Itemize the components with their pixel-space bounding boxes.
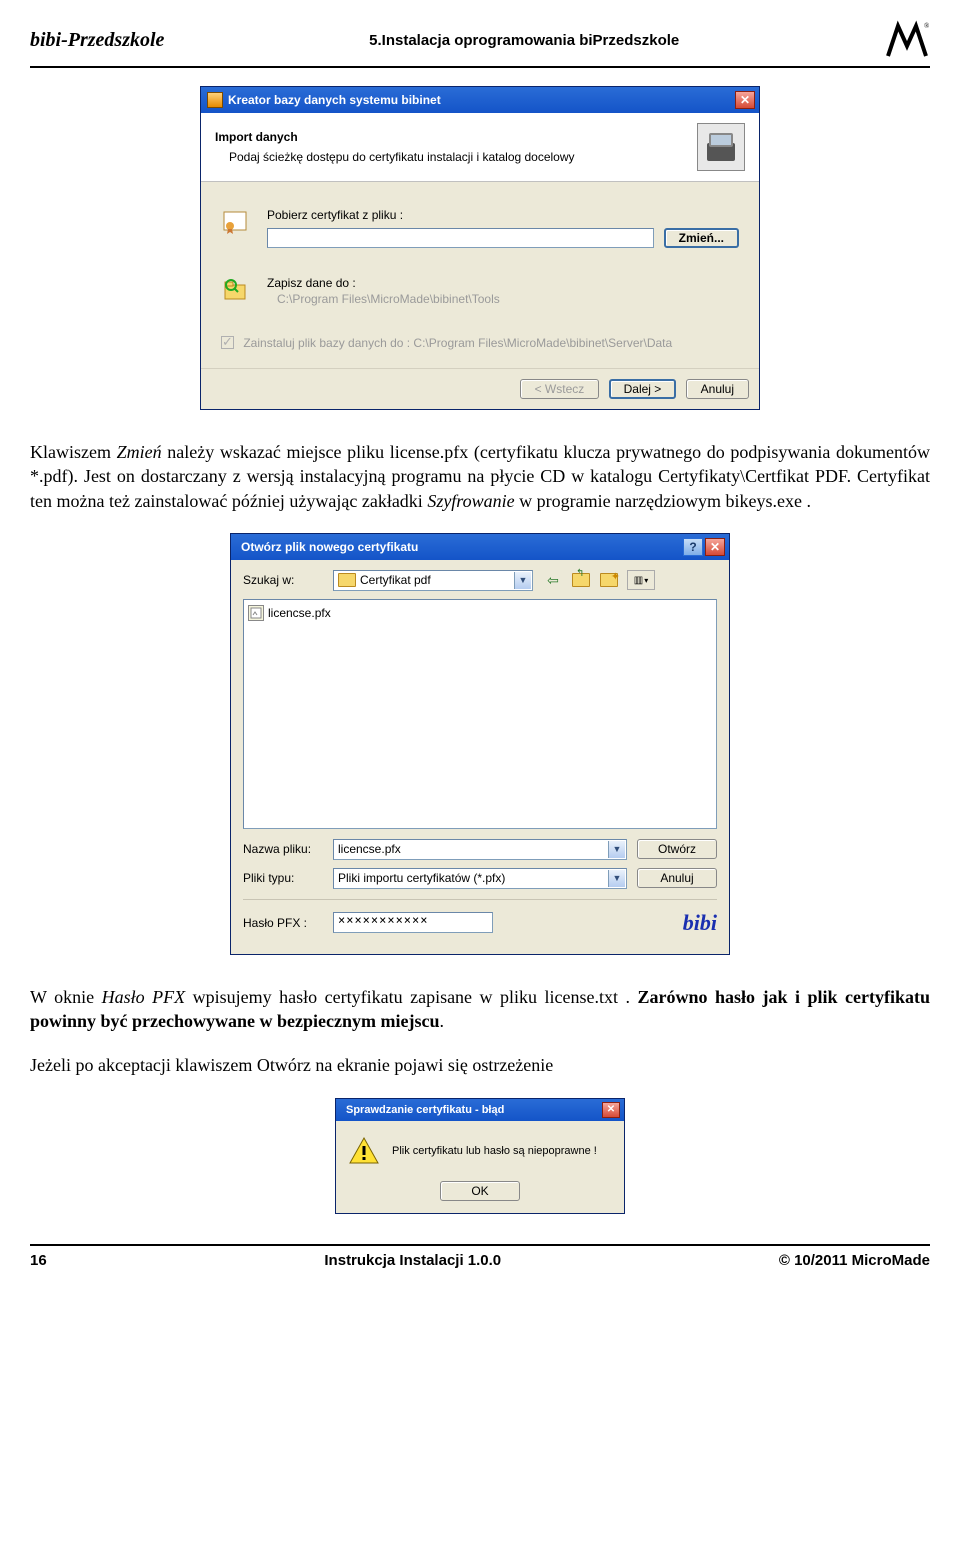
dialog-title: Otwórz plik nowego certyfikatu <box>237 540 683 554</box>
file-list[interactable]: licencse.pfx <box>243 599 717 829</box>
dialog-header-panel: Import danych Podaj ścieżkę dostępu do c… <box>201 113 759 182</box>
header-brand: bibi-Przedszkole <box>30 29 164 52</box>
ok-button[interactable]: OK <box>440 1181 520 1201</box>
footer-copyright: © 10/2011 MicroMade <box>779 1252 930 1269</box>
cert-source-label: Pobierz certyfikat z pliku : <box>267 208 739 222</box>
pfx-file-icon <box>248 605 264 621</box>
bibi-logo: bibi <box>683 910 717 936</box>
app-icon <box>207 92 223 108</box>
password-input[interactable]: ××××××××××× <box>333 912 493 933</box>
svg-text:®: ® <box>924 22 930 30</box>
footer-center: Instrukcja Instalacji 1.0.0 <box>324 1252 501 1269</box>
new-folder-icon[interactable]: ✦ <box>599 570 619 590</box>
help-icon[interactable]: ? <box>683 538 703 556</box>
back-arrow-icon[interactable]: ⇦ <box>543 570 563 590</box>
chevron-down-icon[interactable]: ▼ <box>514 572 531 589</box>
close-icon[interactable]: ✕ <box>735 91 755 109</box>
open-file-dialog: Otwórz plik nowego certyfikatu ? ✕ Szuka… <box>230 533 730 955</box>
error-message: Plik certyfikatu lub hasło są niepoprawn… <box>392 1145 597 1157</box>
cert-path-input[interactable] <box>267 228 654 248</box>
import-heading: Import danych <box>215 130 697 144</box>
paragraph-3: Jeżeli po akceptacji klawiszem Otwórz na… <box>30 1053 930 1077</box>
up-folder-icon[interactable]: ↰ <box>571 570 591 590</box>
save-dest-label: Zapisz dane do : <box>267 276 739 290</box>
lookin-combo[interactable]: Certyfikat pdf ▼ <box>333 570 533 591</box>
install-db-label: Zainstaluj plik bazy danych do : C:\Prog… <box>243 336 672 350</box>
password-label: Hasło PFX : <box>243 916 333 930</box>
micromade-logo: ® <box>884 20 930 60</box>
dialog-title: Kreator bazy danych systemu bibinet <box>228 93 735 107</box>
file-item[interactable]: licencse.pfx <box>248 604 712 622</box>
import-subheading: Podaj ścieżkę dostępu do certyfikatu ins… <box>215 150 697 164</box>
error-dialog: Sprawdzanie certyfikatu - błąd ✕ Plik ce… <box>335 1098 625 1214</box>
warning-icon <box>348 1135 380 1167</box>
lookin-value: Certyfikat pdf <box>360 573 431 587</box>
back-button: < Wstecz <box>520 379 600 399</box>
paragraph-2: W oknie Hasło PFX wpisujemy hasło certyf… <box>30 985 930 1034</box>
filename-value: licencse.pfx <box>338 842 401 856</box>
header-section-title: 5.Instalacja oprogramowania biPrzedszkol… <box>369 32 679 49</box>
file-name: licencse.pfx <box>268 606 331 620</box>
titlebar: Kreator bazy danych systemu bibinet ✕ <box>201 87 759 113</box>
filetype-value: Pliki importu certyfikatów (*.pfx) <box>338 871 505 885</box>
view-menu-icon[interactable]: ▥▾ <box>627 570 655 590</box>
dialog-title: Sprawdzanie certyfikatu - błąd <box>342 1104 602 1116</box>
certificate-icon <box>221 208 249 236</box>
save-folder-icon <box>221 276 249 304</box>
close-icon[interactable]: ✕ <box>705 538 725 556</box>
titlebar: Sprawdzanie certyfikatu - błąd ✕ <box>336 1099 624 1121</box>
filetype-label: Pliki typu: <box>243 871 333 885</box>
page-number: 16 <box>30 1252 47 1269</box>
paragraph-1: Klawiszem Zmień należy wskazać miejsce p… <box>30 440 930 513</box>
wizard-dialog: Kreator bazy danych systemu bibinet ✕ Im… <box>200 86 760 410</box>
cancel-button[interactable]: Anuluj <box>686 379 749 399</box>
save-dest-path: C:\Program Files\MicroMade\bibinet\Tools <box>267 292 739 306</box>
page-footer: 16 Instrukcja Instalacji 1.0.0 © 10/2011… <box>30 1244 930 1269</box>
filetype-combo[interactable]: Pliki importu certyfikatów (*.pfx) ▼ <box>333 868 627 889</box>
chevron-down-icon[interactable]: ▼ <box>608 870 625 887</box>
chevron-down-icon[interactable]: ▼ <box>608 841 625 858</box>
database-icon <box>697 123 745 171</box>
change-button[interactable]: Zmień... <box>664 228 739 248</box>
page-header: bibi-Przedszkole 5.Instalacja oprogramow… <box>30 20 930 68</box>
filename-combo[interactable]: licencse.pfx ▼ <box>333 839 627 860</box>
close-icon[interactable]: ✕ <box>602 1102 620 1118</box>
next-button[interactable]: Dalej > <box>609 379 677 399</box>
titlebar: Otwórz plik nowego certyfikatu ? ✕ <box>231 534 729 560</box>
folder-icon <box>338 573 356 587</box>
cancel-button[interactable]: Anuluj <box>637 868 717 888</box>
open-button[interactable]: Otwórz <box>637 839 717 859</box>
lookin-label: Szukaj w: <box>243 573 333 587</box>
filename-label: Nazwa pliku: <box>243 842 333 856</box>
install-db-checkbox <box>221 336 234 349</box>
